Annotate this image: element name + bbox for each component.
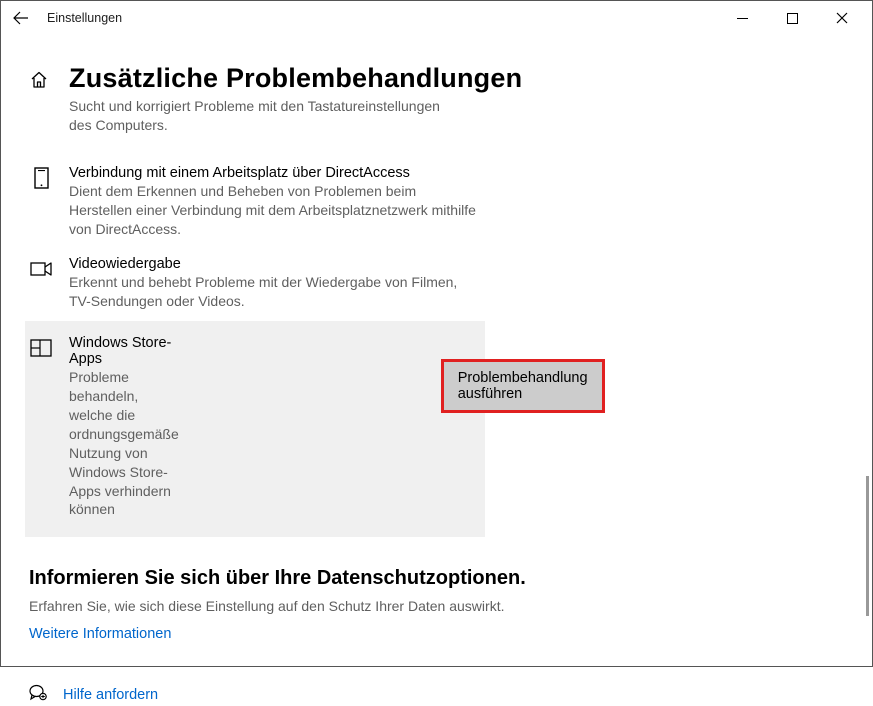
page-header: Zusätzliche Problembehandlungen — [29, 63, 872, 95]
item-desc: Probleme behandeln, welche die ordnungsg… — [69, 368, 179, 519]
phone-icon — [29, 166, 53, 190]
apps-icon — [29, 336, 53, 360]
window-controls — [728, 4, 866, 32]
run-troubleshooter-button[interactable]: Problembehandlung ausführen — [441, 359, 605, 413]
help-link[interactable]: Hilfe anfordern — [63, 687, 158, 703]
item-text: Verbindung mit einem Arbeitsplatz über D… — [69, 165, 489, 239]
troubleshooter-item-store-apps[interactable]: Windows Store-Apps Probleme behandeln, w… — [25, 321, 485, 537]
item-text: Videowiedergabe Erkennt und behebt Probl… — [69, 256, 489, 311]
video-icon — [29, 257, 53, 281]
home-icon-wrap[interactable] — [29, 63, 53, 95]
content-area: Zusätzliche Problembehandlungen Sucht un… — [1, 35, 872, 706]
window-title: Einstellungen — [47, 11, 122, 25]
troubleshooter-item-video[interactable]: Videowiedergabe Erkennt und behebt Probl… — [29, 248, 489, 321]
troubleshooter-item-directaccess[interactable]: Verbindung mit einem Arbeitsplatz über D… — [29, 157, 489, 249]
privacy-title: Informieren Sie sich über Ihre Datenschu… — [29, 567, 872, 590]
page-subtitle: Sucht und korrigiert Probleme mit den Ta… — [69, 97, 449, 135]
help-row: Hilfe anfordern — [29, 684, 872, 706]
page-title: Zusätzliche Problembehandlungen — [69, 63, 522, 94]
close-button[interactable] — [828, 4, 856, 32]
privacy-section: Informieren Sie sich über Ihre Datenschu… — [29, 567, 872, 642]
minimize-icon — [737, 13, 748, 24]
item-desc: Dient dem Erkennen und Beheben von Probl… — [69, 182, 479, 239]
arrow-left-icon — [13, 10, 29, 26]
item-title: Verbindung mit einem Arbeitsplatz über D… — [69, 165, 479, 181]
scrollbar[interactable] — [866, 476, 869, 616]
item-title: Windows Store-Apps — [69, 335, 179, 367]
close-icon — [836, 12, 848, 24]
item-text: Windows Store-Apps Probleme behandeln, w… — [69, 335, 189, 519]
help-icon — [29, 684, 47, 706]
maximize-button[interactable] — [778, 4, 806, 32]
home-icon — [29, 70, 49, 90]
minimize-button[interactable] — [728, 4, 756, 32]
item-desc: Erkennt und behebt Probleme mit der Wied… — [69, 273, 479, 311]
back-button[interactable] — [7, 4, 35, 32]
titlebar: Einstellungen — [1, 1, 872, 35]
privacy-link[interactable]: Weitere Informationen — [29, 626, 872, 642]
item-title: Videowiedergabe — [69, 256, 479, 272]
maximize-icon — [787, 13, 798, 24]
privacy-desc: Erfahren Sie, wie sich diese Einstellung… — [29, 598, 872, 614]
